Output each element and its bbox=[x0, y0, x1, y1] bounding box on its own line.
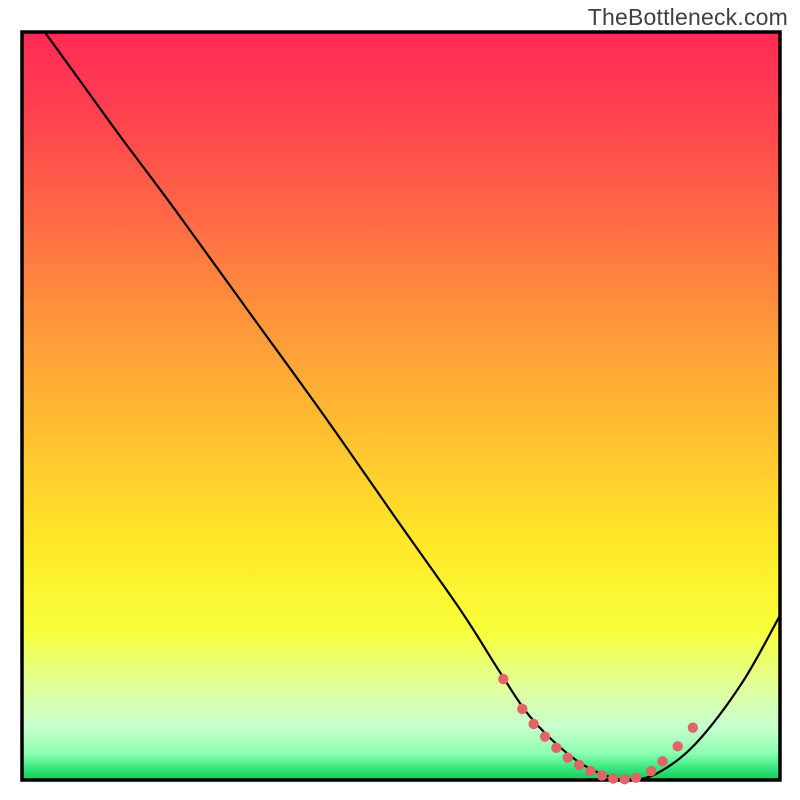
watermark-text: TheBottleneck.com bbox=[588, 4, 788, 31]
sweet-spot-dot bbox=[657, 756, 667, 766]
sweet-spot-dot bbox=[597, 770, 607, 780]
sweet-spot-dot bbox=[631, 773, 641, 783]
sweet-spot-dot bbox=[672, 741, 682, 751]
sweet-spot-dot bbox=[608, 773, 618, 783]
sweet-spot-dot bbox=[551, 743, 561, 753]
sweet-spot-dot bbox=[528, 719, 538, 729]
sweet-spot-dot bbox=[646, 766, 656, 776]
sweet-spot-dot bbox=[498, 674, 508, 684]
sweet-spot-dot bbox=[585, 766, 595, 776]
sweet-spot-dot bbox=[517, 704, 527, 714]
plot-background bbox=[22, 32, 780, 780]
sweet-spot-dot bbox=[619, 774, 629, 784]
bottleneck-chart bbox=[0, 0, 800, 800]
sweet-spot-dot bbox=[574, 760, 584, 770]
sweet-spot-dot bbox=[688, 722, 698, 732]
sweet-spot-dot bbox=[540, 731, 550, 741]
chart-container: { "watermark": "TheBottleneck.com", "cha… bbox=[0, 0, 800, 800]
sweet-spot-dot bbox=[563, 752, 573, 762]
